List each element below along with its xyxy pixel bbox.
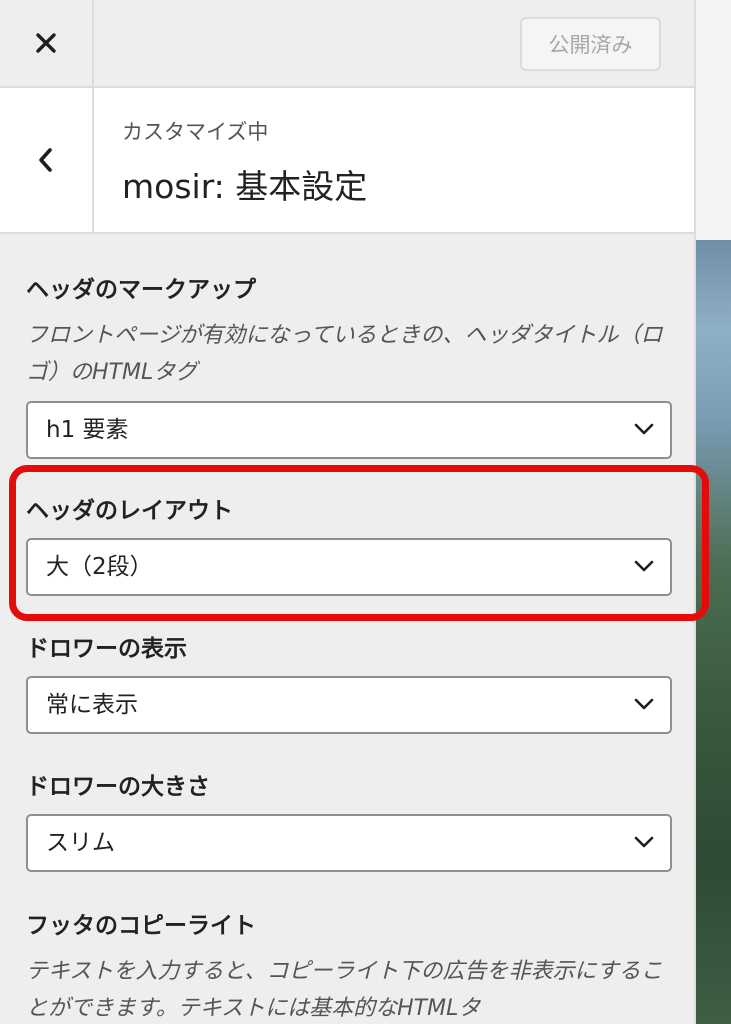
publish-button[interactable]: 公開済み	[520, 17, 661, 71]
chevron-down-icon	[634, 698, 654, 710]
drawer-display-value: 常に表示	[46, 692, 138, 718]
header-layout-title: ヘッダのレイアウト	[26, 498, 233, 524]
drawer-size-select[interactable]: スリム	[26, 814, 672, 872]
header-markup-select[interactable]: h1 要素	[26, 401, 672, 459]
header-markup-description: フロントページが有効になっているときの、ヘッダタイトル（ロゴ）のHTMLタグ	[26, 323, 663, 385]
header-markup-value: h1 要素	[46, 417, 129, 443]
close-button[interactable]	[0, 0, 94, 86]
section-title: mosir: 基本設定	[122, 167, 368, 206]
header-layout-value: 大（2段）	[46, 554, 153, 580]
back-button[interactable]	[0, 88, 94, 232]
customizer-panel: 公開済み カスタマイズ中 mosir: 基本設定 ヘッダのマークアップ フロント…	[0, 0, 696, 1024]
header-markup-title: ヘッダのマークアップ	[26, 277, 256, 303]
footer-copyright-description: テキストを入力すると、コピーライト下の広告を非表示にすることができます。テキスト…	[26, 959, 663, 1021]
site-preview	[696, 0, 731, 1024]
drawer-display-title: ドロワーの表示	[26, 636, 187, 662]
section-header: カスタマイズ中 mosir: 基本設定	[0, 88, 694, 234]
header-layout-select[interactable]: 大（2段）	[26, 538, 672, 596]
drawer-size-value: スリム	[46, 830, 115, 856]
footer-copyright-title: フッタのコピーライト	[26, 913, 256, 939]
chevron-down-icon	[634, 423, 654, 435]
drawer-display-select[interactable]: 常に表示	[26, 676, 672, 734]
chevron-down-icon	[634, 560, 654, 572]
chevron-left-icon	[39, 148, 52, 172]
chevron-down-icon	[634, 836, 654, 848]
drawer-size-title: ドロワーの大きさ	[26, 774, 210, 800]
customizer-topbar: 公開済み	[0, 0, 694, 88]
customizing-label: カスタマイズ中	[122, 120, 269, 144]
close-icon	[36, 33, 56, 53]
